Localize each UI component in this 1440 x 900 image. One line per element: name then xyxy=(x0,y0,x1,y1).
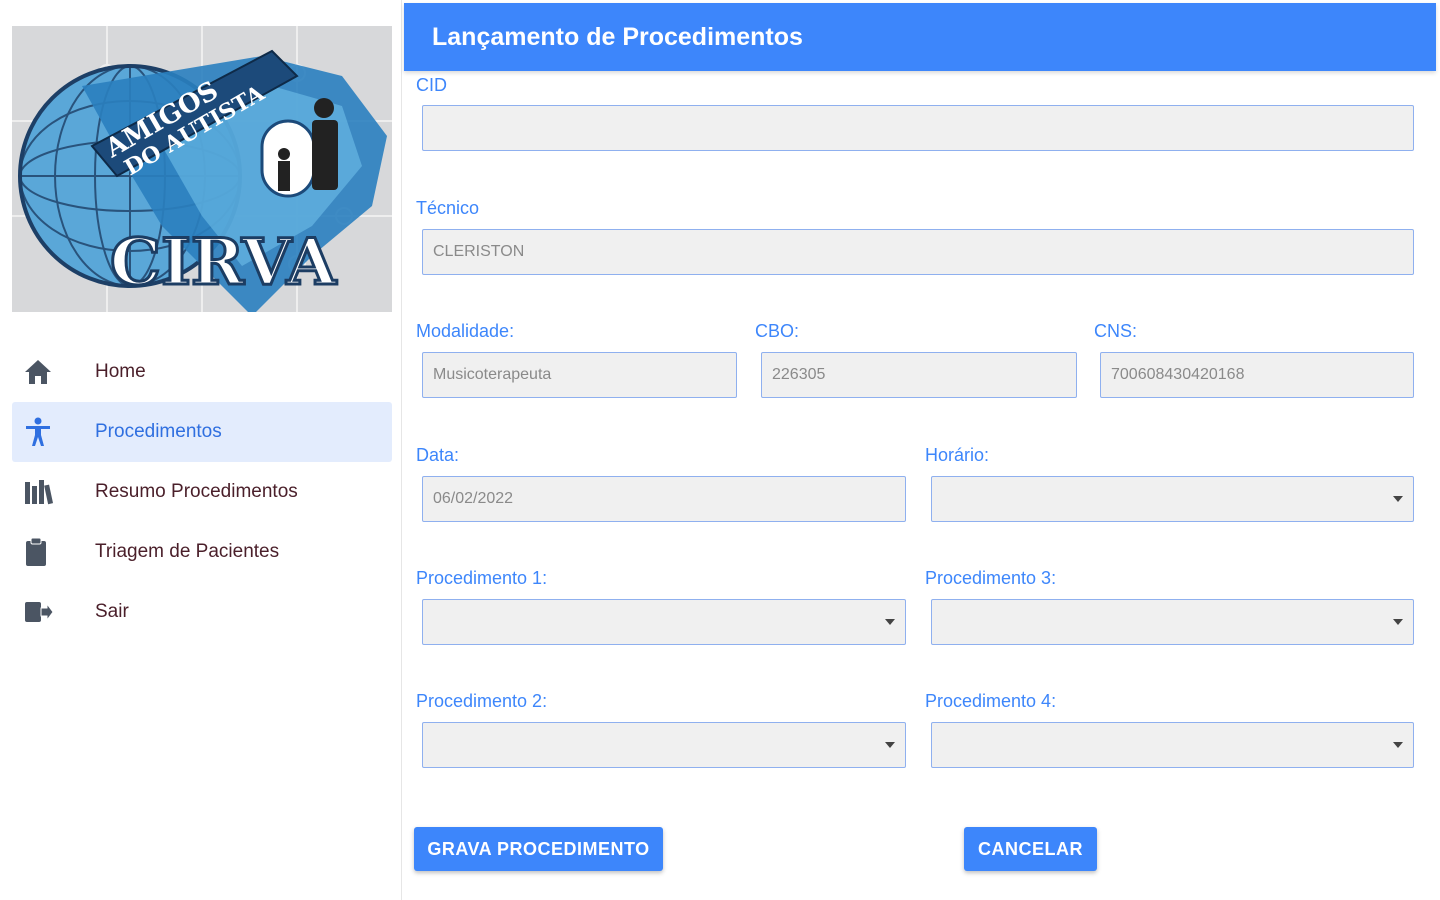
sidebar-item-label: Sair xyxy=(95,601,129,622)
cbo-field[interactable]: 226305 xyxy=(761,352,1077,398)
horario-label: Horário: xyxy=(925,445,990,465)
cns-field[interactable]: 700608430420168 xyxy=(1100,352,1414,398)
procedimento2-select[interactable] xyxy=(422,722,906,768)
horario-select[interactable] xyxy=(931,476,1414,522)
sidebar-item-label: Procedimentos xyxy=(95,421,222,442)
modalidade-label: Modalidade: xyxy=(416,321,515,341)
page-header: Lançamento de Procedimentos xyxy=(404,3,1436,71)
procedimento3-select[interactable] xyxy=(931,599,1414,645)
cbo-label: CBO: xyxy=(755,321,800,341)
data-label: Data: xyxy=(416,445,460,465)
tecnico-field[interactable]: CLERISTON xyxy=(422,229,1414,275)
chevron-down-icon xyxy=(885,619,895,625)
grava-procedimento-button[interactable]: GRAVA PROCEDIMENTO xyxy=(414,827,663,871)
clipboard-icon xyxy=(12,537,95,567)
cns-label: CNS: xyxy=(1094,321,1138,341)
sidebar-item-procedimentos[interactable]: Procedimentos xyxy=(12,402,392,462)
procedimento1-select[interactable] xyxy=(422,599,906,645)
logout-icon xyxy=(12,600,95,624)
procedimento4-label: Procedimento 4: xyxy=(925,691,1057,711)
sidebar-nav: Home Procedimentos Resumo Procedimentos … xyxy=(12,342,392,642)
sidebar: AMIGOS DO AUTISTA CIRVA Home Procediment… xyxy=(0,0,402,900)
chevron-down-icon xyxy=(1393,619,1403,625)
procedimento3-label: Procedimento 3: xyxy=(925,568,1057,588)
sidebar-item-sair[interactable]: Sair xyxy=(12,582,392,642)
modalidade-field[interactable]: Musicoterapeuta xyxy=(422,352,737,398)
cid-field[interactable] xyxy=(422,105,1414,151)
procedimento4-select[interactable] xyxy=(931,722,1414,768)
chevron-down-icon xyxy=(1393,496,1403,502)
sidebar-item-label: Home xyxy=(95,361,146,382)
data-field[interactable]: 06/02/2022 xyxy=(422,476,906,522)
procedimento1-label: Procedimento 1: xyxy=(416,568,548,588)
sidebar-item-label: Resumo Procedimentos xyxy=(95,481,298,502)
accessibility-icon xyxy=(12,417,95,447)
cid-label: CID xyxy=(416,75,447,95)
sidebar-item-resumo-procedimentos[interactable]: Resumo Procedimentos xyxy=(12,462,392,522)
sidebar-item-home[interactable]: Home xyxy=(12,342,392,402)
books-icon xyxy=(12,479,95,505)
cancel-button[interactable]: CANCELAR xyxy=(964,827,1097,871)
tecnico-label: Técnico xyxy=(416,198,480,218)
app-root: AMIGOS DO AUTISTA CIRVA Home Procediment… xyxy=(0,0,1440,900)
procedimento2-label: Procedimento 2: xyxy=(416,691,548,711)
sidebar-item-triagem-de-pacientes[interactable]: Triagem de Pacientes xyxy=(12,522,392,582)
chevron-down-icon xyxy=(885,742,895,748)
chevron-down-icon xyxy=(1393,742,1403,748)
logo: AMIGOS DO AUTISTA CIRVA xyxy=(12,26,392,312)
page-title: Lançamento de Procedimentos xyxy=(432,22,803,51)
home-icon xyxy=(12,359,95,385)
svg-text:CIRVA: CIRVA xyxy=(110,225,337,300)
main-content: Lançamento de Procedimentos CID Técnico … xyxy=(404,0,1436,900)
sidebar-item-label: Triagem de Pacientes xyxy=(95,541,280,562)
